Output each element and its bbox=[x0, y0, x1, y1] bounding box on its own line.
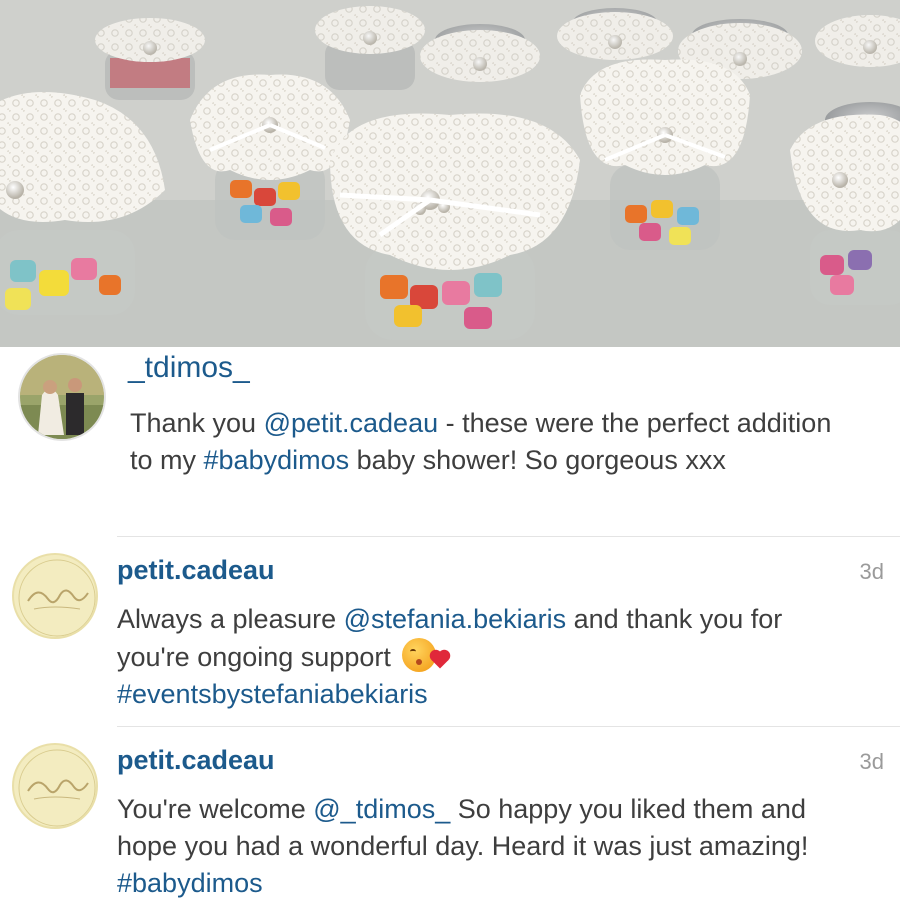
hashtag-eventsbystefaniabekiaris[interactable]: #eventsbystefaniabekiaris bbox=[117, 679, 428, 709]
petit-cadeau-logo-icon bbox=[18, 559, 96, 637]
comment-1-seg-4: baby shower! So gorgeous xxx bbox=[349, 445, 726, 475]
comment-3-text: You're welcome @_tdimos_ So happy you li… bbox=[117, 791, 860, 900]
petit-cadeau-logo-icon bbox=[18, 749, 96, 827]
comment-1: _tdimos_ Thank you @petit.cadeau - these… bbox=[0, 347, 900, 537]
heart-icon bbox=[431, 651, 449, 669]
comment-3: petit.cadeau 3d You're welcome @_tdimos_… bbox=[0, 727, 900, 900]
user-avatar-petit-cadeau[interactable] bbox=[12, 743, 98, 829]
comment-2-text: Always a pleasure @stefania.bekiaris and… bbox=[117, 601, 860, 713]
couple-photo-icon bbox=[20, 355, 104, 439]
comment-2-username[interactable]: petit.cadeau bbox=[117, 555, 275, 586]
mention-tdimos[interactable]: @_tdimos_ bbox=[313, 794, 450, 824]
kissing-face-emoji bbox=[402, 638, 449, 672]
hashtag-babydimos[interactable]: #babydimos bbox=[117, 868, 263, 898]
comment-1-seg-0: Thank you bbox=[130, 408, 264, 438]
comment-1-username[interactable]: _tdimos_ bbox=[128, 351, 250, 385]
comment-3-timestamp: 3d bbox=[859, 749, 884, 774]
comment-2-seg-0: Always a pleasure bbox=[117, 604, 344, 634]
post-photo[interactable] bbox=[0, 0, 900, 347]
mention-petit-cadeau[interactable]: @petit.cadeau bbox=[264, 408, 439, 438]
user-avatar-petit-cadeau[interactable] bbox=[12, 553, 98, 639]
comment-3-seg-0: You're welcome bbox=[117, 794, 314, 824]
comment-3-username[interactable]: petit.cadeau bbox=[117, 745, 275, 776]
comment-2-timestamp: 3d bbox=[859, 559, 884, 584]
candy-jars-photo bbox=[0, 0, 900, 347]
comment-1-text: Thank you @petit.cadeau - these were the… bbox=[130, 405, 860, 479]
comment-2: petit.cadeau 3d Always a pleasure @stefa… bbox=[0, 537, 900, 727]
mention-stefania-bekiaris[interactable]: @stefania.bekiaris bbox=[344, 604, 567, 634]
hashtag-babydimos[interactable]: #babydimos bbox=[204, 445, 350, 475]
instagram-comment-thread: _tdimos_ Thank you @petit.cadeau - these… bbox=[0, 0, 900, 900]
user-avatar-tdimos[interactable] bbox=[18, 353, 106, 441]
